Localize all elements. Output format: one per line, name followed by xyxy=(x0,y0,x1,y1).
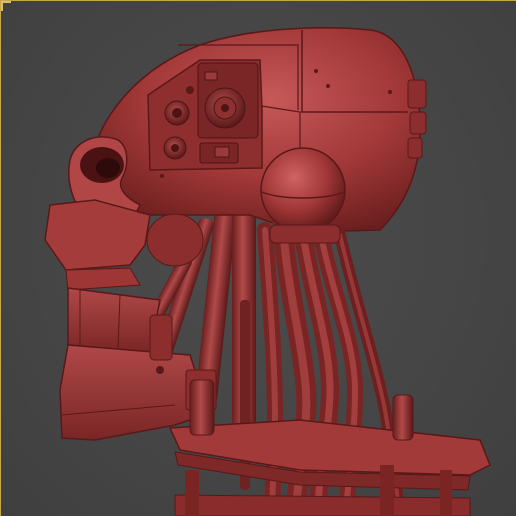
viewport-corner-marker xyxy=(1,1,11,11)
3d-viewport[interactable] xyxy=(0,0,516,516)
upper-jaw xyxy=(65,267,161,353)
robot-skull-model[interactable] xyxy=(0,0,516,516)
neck-ball-joint xyxy=(260,147,346,244)
